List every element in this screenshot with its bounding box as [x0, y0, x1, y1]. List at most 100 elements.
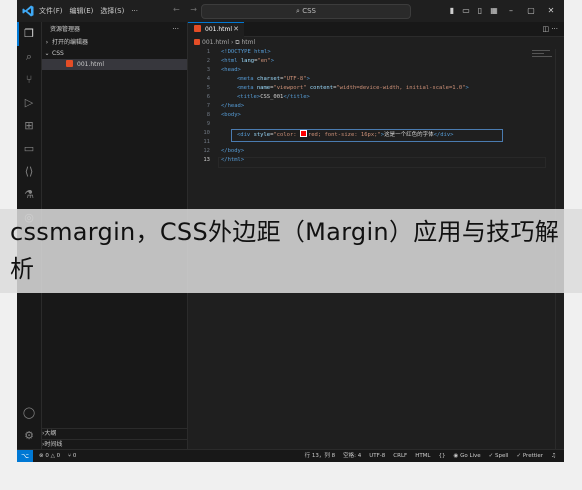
language-mode[interactable]: HTML	[415, 450, 430, 462]
settings-gear-icon[interactable]: ⚙	[22, 429, 36, 443]
code-line-7: </head>	[221, 103, 244, 109]
close-window-icon[interactable]: ✕	[542, 5, 560, 17]
vscode-logo-icon	[22, 5, 34, 17]
notifications-icon[interactable]: ♫	[551, 450, 556, 462]
folder-label: CSS	[52, 50, 64, 57]
file-label: 001.html	[77, 61, 105, 68]
code-line-4: <meta charset="UTF-8">	[237, 76, 310, 82]
live-share-icon[interactable]: ⟨⟩	[22, 165, 36, 179]
line-number: 5	[206, 85, 210, 91]
ports-count[interactable]: ⑂ 0	[68, 453, 77, 459]
code-token: </title>	[283, 94, 310, 100]
menu-selection[interactable]: 选择(S)	[100, 0, 124, 22]
menu-file[interactable]: 文件(F)	[39, 0, 63, 22]
split-editor-icon[interactable]: ◫	[542, 25, 549, 33]
tab-001-html[interactable]: 001.html ✕	[188, 22, 244, 37]
editor-actions: ◫ ···	[542, 22, 558, 36]
toggle-panel-icon[interactable]: ▭	[460, 5, 472, 17]
maximize-icon[interactable]: ▢	[522, 5, 540, 17]
breadcrumb-tag[interactable]: html	[241, 39, 255, 46]
cursor-position[interactable]: 行 13，列 8	[305, 450, 336, 462]
title-bar: 文件(F) 编辑(E) 选择(S) ··· ← → ⌕ CSS ▮ ▭ ▯ ▦ …	[17, 0, 564, 23]
html-file-icon	[194, 39, 200, 45]
forward-arrow-icon[interactable]: →	[190, 5, 197, 14]
code-line-8: <body>	[221, 112, 241, 118]
code-line-5: <meta name="viewport" content="width=dev…	[237, 85, 469, 91]
outline-section[interactable]: ›大纲	[42, 428, 187, 439]
minimize-icon[interactable]: –	[502, 5, 520, 17]
close-tab-icon[interactable]: ✕	[233, 23, 239, 36]
code-token: </body>	[221, 148, 245, 154]
tab-bar: 001.html ✕ ◫ ···	[188, 22, 564, 37]
code-token: <head>	[221, 67, 241, 73]
layout-icon[interactable]: ▦	[488, 5, 500, 17]
code-token: "width=device-width, initial-scale=1.0"	[336, 85, 466, 91]
code-token: content	[309, 85, 334, 91]
explorer-more-icon[interactable]: ···	[172, 22, 179, 37]
command-center-search[interactable]: ⌕ CSS	[201, 4, 411, 19]
code-line-12: </body>	[221, 148, 244, 154]
code-token: style	[253, 132, 271, 138]
file-item-001[interactable]: 001.html	[42, 59, 187, 70]
line-number-current: 13	[203, 157, 210, 163]
indentation[interactable]: 空格: 4	[343, 450, 361, 462]
spell-label: Spell	[495, 453, 509, 459]
code-token: <meta	[237, 76, 257, 82]
code-token: "color:	[273, 132, 300, 138]
line-number: 6	[206, 94, 210, 100]
line-number: 12	[203, 148, 210, 154]
end-of-line[interactable]: CRLF	[393, 450, 407, 462]
run-debug-icon[interactable]: ▷	[22, 96, 36, 110]
menu-bar: 文件(F) 编辑(E) 选择(S) ···	[39, 0, 138, 22]
code-token: <meta	[237, 85, 257, 91]
braces-icon[interactable]: {}	[439, 450, 446, 462]
toggle-secondary-sidebar-icon[interactable]: ▯	[474, 5, 486, 17]
status-left: ⊗ 0 △ 0 ⑂ 0	[39, 450, 82, 462]
testing-icon[interactable]: ⚗	[22, 188, 36, 202]
prettier-button[interactable]: ✓ Prettier	[516, 450, 543, 462]
spell-button[interactable]: ✓ Spell	[489, 450, 509, 462]
status-bar: ⌥ ⊗ 0 △ 0 ⑂ 0 行 13，列 8 空格: 4 UTF-8 CRLF …	[17, 449, 564, 462]
menu-more[interactable]: ···	[131, 0, 138, 22]
account-icon[interactable]: ◯	[22, 406, 36, 420]
code-token: red; font-size: 16px;"	[307, 132, 381, 138]
more-actions-icon[interactable]: ···	[551, 25, 558, 33]
minimap[interactable]	[532, 50, 554, 62]
code-token: name	[256, 85, 271, 91]
breadcrumb-file[interactable]: 001.html	[202, 39, 229, 46]
encoding[interactable]: UTF-8	[369, 450, 385, 462]
code-line-3: <head>	[221, 67, 241, 73]
code-token: "viewport"	[273, 85, 307, 91]
explorer-icon[interactable]: ❐	[22, 27, 36, 41]
code-token: <html	[221, 58, 241, 64]
line-number: 2	[206, 58, 210, 64]
extensions-icon[interactable]: ⊞	[22, 119, 36, 133]
line-number: 11	[203, 139, 210, 145]
remote-explorer-icon[interactable]: ▭	[22, 142, 36, 156]
code-token: </head>	[221, 103, 245, 109]
tab-label: 001.html	[205, 26, 233, 33]
active-view-indicator	[17, 22, 19, 46]
folder-css[interactable]: ⌄ CSS	[42, 48, 187, 59]
code-token: CSS_001	[260, 94, 284, 100]
open-editors-section[interactable]: › 打开的编辑器	[42, 37, 187, 48]
color-swatch-icon[interactable]	[299, 130, 307, 137]
code-token: 这是一个红色的字体	[384, 132, 434, 138]
code-line-1: <!DOCTYPE html>	[221, 49, 271, 55]
source-control-icon[interactable]: ⑂	[22, 73, 36, 87]
problems-count[interactable]: ⊗ 0 △ 0	[39, 453, 60, 459]
back-arrow-icon[interactable]: ←	[173, 5, 180, 14]
remote-indicator-icon[interactable]: ⌥	[17, 450, 33, 462]
line-number: 10	[203, 130, 210, 136]
line-number: 3	[206, 67, 210, 73]
toggle-sidebar-icon[interactable]: ▮	[446, 5, 458, 17]
line-number: 7	[206, 103, 210, 109]
search-view-icon[interactable]: ⌕	[22, 50, 36, 64]
menu-edit[interactable]: 编辑(E)	[70, 0, 94, 22]
line-number: 4	[206, 76, 210, 82]
go-live-button[interactable]: ◉ Go Live	[454, 450, 481, 462]
line-number: 8	[206, 112, 210, 118]
code-token: "UTF-8"	[283, 76, 307, 82]
code-token: <div	[237, 132, 254, 138]
timeline-label: 时间线	[44, 441, 63, 448]
